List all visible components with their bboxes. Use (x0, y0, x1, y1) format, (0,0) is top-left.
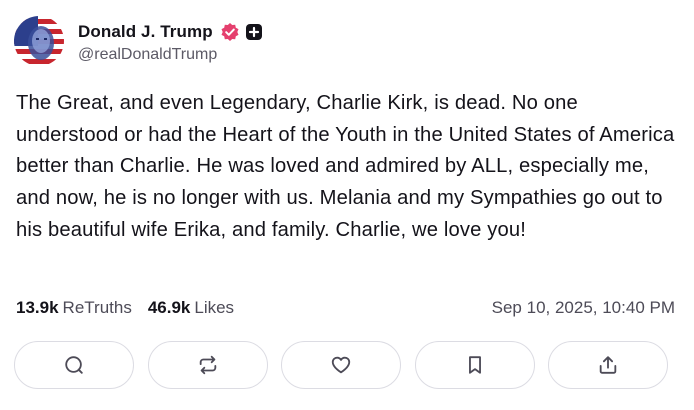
like-button[interactable] (281, 341, 401, 389)
post-stats: 13.9k ReTruths 46.9k Likes (16, 298, 250, 318)
display-name[interactable]: Donald J. Trump (78, 22, 213, 42)
retruth-icon (199, 355, 216, 375)
avatar[interactable] (14, 16, 64, 66)
post-text: The Great, and even Legendary, Charlie K… (16, 92, 675, 241)
retruths-stat[interactable]: 13.9k ReTruths (16, 298, 132, 318)
post-timestamp[interactable]: Sep 10, 2025, 10:40 PM (492, 298, 675, 318)
post-header: Donald J. Trump @realDonaldTrump (14, 16, 262, 66)
verified-badge-icon (220, 22, 240, 42)
bookmark-button[interactable] (414, 341, 535, 389)
reply-button[interactable] (14, 341, 134, 389)
action-bar (14, 341, 668, 389)
retruths-label: ReTruths (62, 298, 132, 317)
likes-label: Likes (194, 298, 235, 317)
like-heart-icon (331, 356, 351, 374)
reply-icon (65, 356, 83, 374)
bookmark-icon (468, 356, 481, 374)
retruth-button[interactable] (147, 341, 268, 389)
likes-stat[interactable]: 46.9k Likes (148, 298, 234, 318)
user-handle[interactable]: @realDonaldTrump (78, 46, 262, 64)
share-icon (599, 356, 617, 374)
plus-square-icon (245, 23, 262, 40)
share-button[interactable] (548, 341, 668, 389)
retruths-count: 13.9k (16, 298, 59, 317)
likes-count: 46.9k (147, 298, 191, 317)
